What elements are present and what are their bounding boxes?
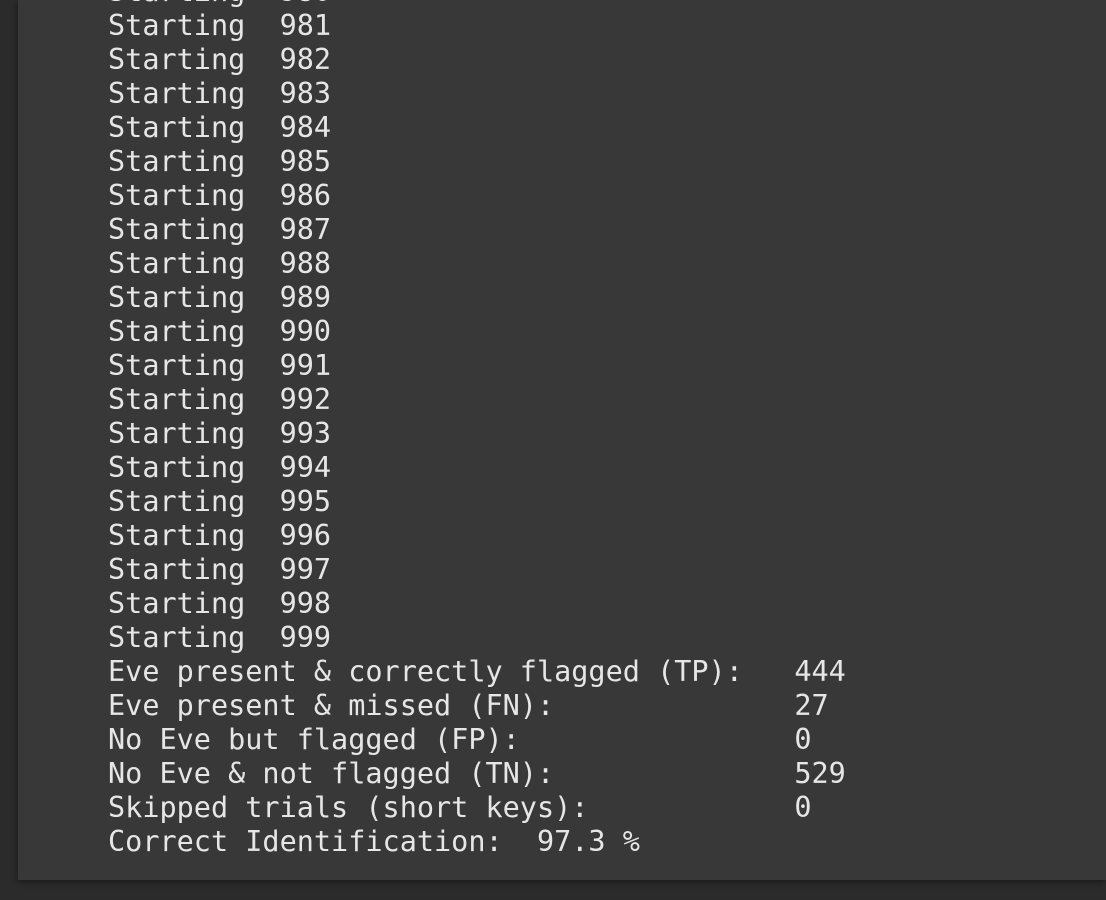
output-line: Starting 999 [108, 621, 332, 654]
output-line: Starting 985 [108, 145, 332, 178]
output-line: Starting 994 [108, 451, 332, 484]
output-line: Starting 987 [108, 213, 332, 246]
result-skipped-trials: Skipped trials (short keys): 0 [108, 791, 812, 824]
output-line: Starting 986 [108, 179, 332, 212]
output-line: Starting 981 [108, 9, 332, 42]
cell-output-panel[interactable]: Starting 980Starting 981Starting 982Star… [18, 0, 1106, 880]
output-line: Starting 989 [108, 281, 332, 314]
output-line: Starting 988 [108, 247, 332, 280]
output-line: Starting 982 [108, 43, 332, 76]
output-line: Starting 992 [108, 383, 332, 416]
output-line: Starting 980 [108, 0, 846, 9]
output-line: Starting 983 [108, 77, 332, 110]
result-true-negative: No Eve & not flagged (TN): 529 [108, 757, 846, 790]
result-false-positive: No Eve but flagged (FP): 0 [108, 723, 812, 756]
output-line: Starting 997 [108, 553, 332, 586]
output-line: Starting 990 [108, 315, 332, 348]
output-line: Starting 993 [108, 417, 332, 450]
result-false-negative: Eve present & missed (FN): 27 [108, 689, 829, 722]
output-line: Starting 996 [108, 519, 332, 552]
output-line: Starting 995 [108, 485, 332, 518]
output-text: Starting 980Starting 981Starting 982Star… [108, 0, 846, 859]
output-line: Starting 984 [108, 111, 332, 144]
result-true-positive: Eve present & correctly flagged (TP): 44… [108, 655, 846, 688]
output-line: Starting 998 [108, 587, 332, 620]
output-line: Starting 991 [108, 349, 332, 382]
result-correct-identification: Correct Identification: 97.3 % [108, 825, 640, 858]
